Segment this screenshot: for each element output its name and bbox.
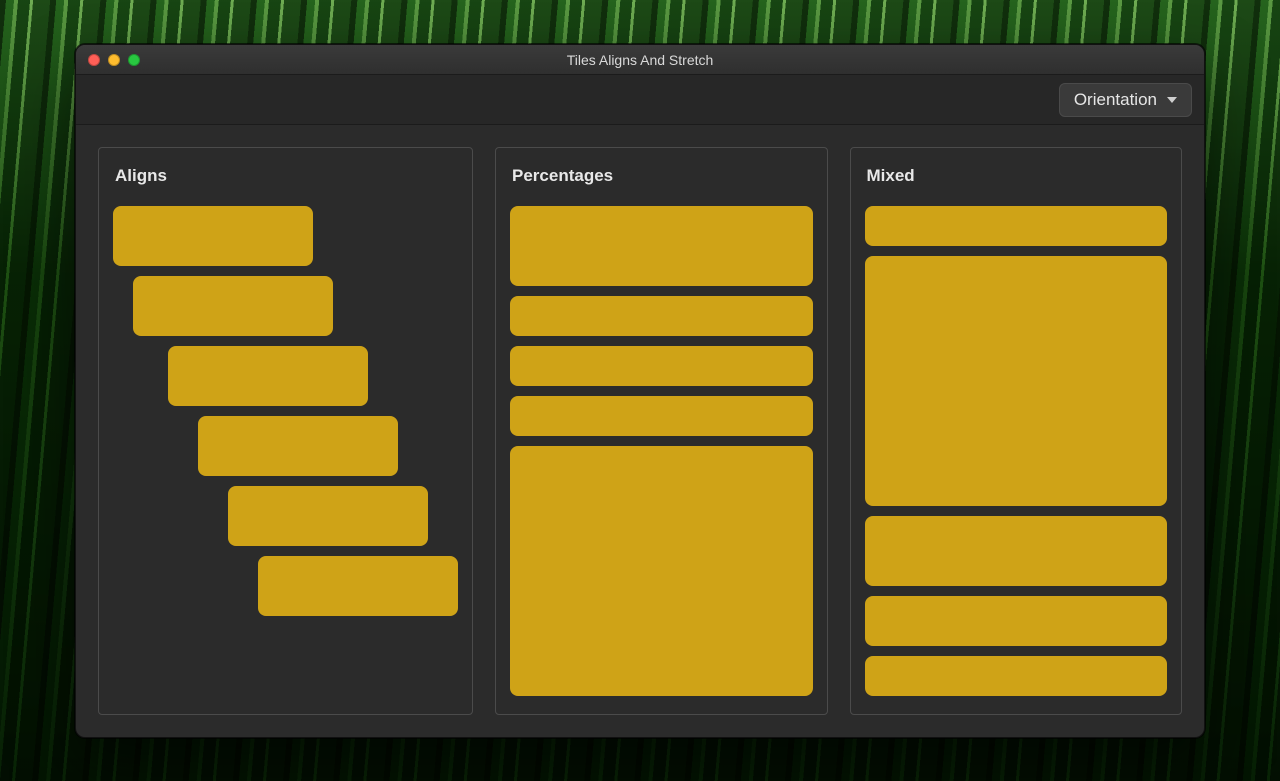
toolbar: Orientation xyxy=(76,75,1204,125)
tile xyxy=(510,296,813,336)
minimize-icon[interactable] xyxy=(108,54,120,66)
orientation-dropdown-label: Orientation xyxy=(1074,90,1157,110)
window-title: Tiles Aligns And Stretch xyxy=(76,52,1204,68)
tile xyxy=(228,486,428,546)
tile xyxy=(133,276,333,336)
window-controls xyxy=(88,54,140,66)
panel-mixed: Mixed xyxy=(850,147,1183,715)
panel-title: Mixed xyxy=(867,166,1166,186)
panel-aligns: Aligns xyxy=(98,147,473,715)
titlebar[interactable]: Tiles Aligns And Stretch xyxy=(76,45,1204,75)
tile xyxy=(865,516,1168,586)
percentages-stack xyxy=(510,206,813,696)
tile xyxy=(865,206,1168,246)
tile xyxy=(865,256,1168,506)
tile xyxy=(865,596,1168,646)
aligns-stack xyxy=(113,206,458,696)
tile xyxy=(168,346,368,406)
panel-title: Aligns xyxy=(115,166,456,186)
tile xyxy=(510,396,813,436)
app-window: Tiles Aligns And Stretch Orientation Ali… xyxy=(75,44,1205,738)
panel-title: Percentages xyxy=(512,166,811,186)
orientation-dropdown[interactable]: Orientation xyxy=(1059,83,1192,117)
close-icon[interactable] xyxy=(88,54,100,66)
content-area: Aligns Percentages Mixed xyxy=(76,125,1204,737)
tile xyxy=(198,416,398,476)
tile xyxy=(258,556,458,616)
tile xyxy=(113,206,313,266)
tile xyxy=(510,206,813,286)
tile xyxy=(510,446,813,696)
tile xyxy=(865,656,1168,696)
panel-percentages: Percentages xyxy=(495,147,828,715)
zoom-icon[interactable] xyxy=(128,54,140,66)
tile xyxy=(510,346,813,386)
mixed-stack xyxy=(865,206,1168,696)
chevron-down-icon xyxy=(1167,97,1177,103)
